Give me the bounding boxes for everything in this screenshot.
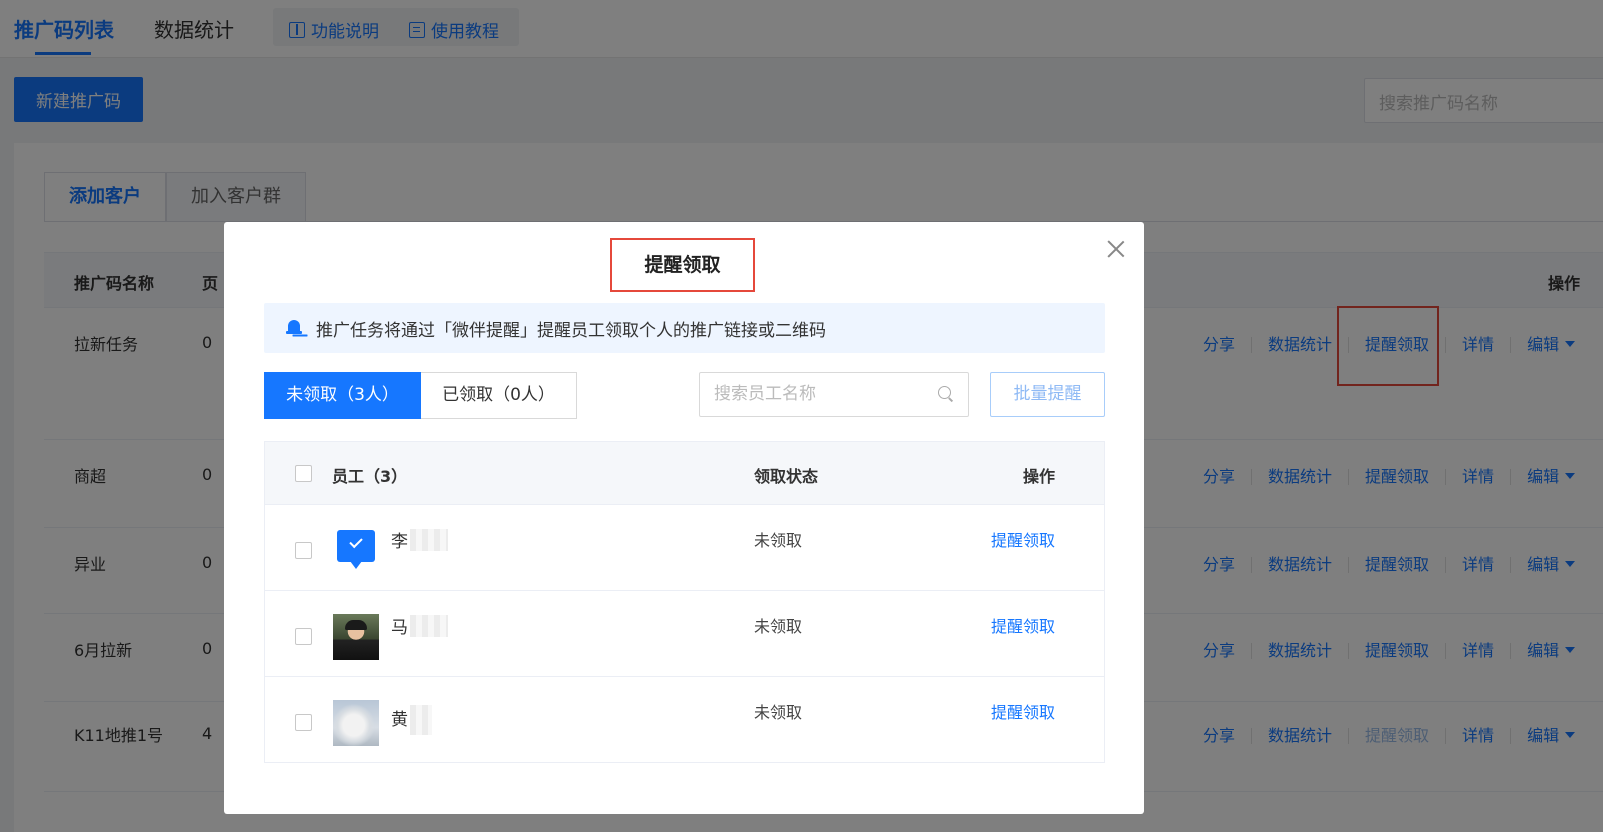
employee-name: 马: [391, 613, 448, 638]
table-row: 李 未领取 提醒领取: [265, 505, 1104, 591]
table-row: 黄 未领取 提醒领取: [265, 677, 1104, 763]
close-icon[interactable]: [1103, 236, 1129, 262]
employee-table-header: 员工（3） 领取状态 操作: [265, 442, 1104, 505]
remind-claim-dialog: 提醒领取 推广任务将通过「微伴提醒」提醒员工领取个人的推广链接或二维码 未领取（…: [224, 222, 1144, 814]
claim-status: 未领取: [754, 531, 803, 550]
header-status: 领取状态: [754, 467, 819, 486]
unclaimed-tab[interactable]: 未领取（3人）: [264, 372, 421, 419]
search-placeholder: 搜索员工名称: [714, 384, 816, 404]
batch-remind-button[interactable]: 批量提醒: [990, 372, 1105, 417]
row-checkbox[interactable]: [295, 542, 312, 559]
table-row: 马 未领取 提醒领取: [265, 591, 1104, 677]
employee-table: 员工（3） 领取状态 操作 李 未领取 提醒领取 马 未领取 提醒领取 黄 未领…: [264, 441, 1105, 763]
employee-name-text: 李: [391, 532, 408, 552]
remind-link[interactable]: 提醒领取: [991, 613, 1055, 637]
claim-status: 未领取: [754, 703, 803, 722]
employee-name: 黄: [391, 699, 432, 735]
notice-text: 推广任务将通过「微伴提醒」提醒员工领取个人的推广链接或二维码: [316, 320, 826, 341]
claim-status: 未领取: [754, 617, 803, 636]
blurred-name: [410, 614, 448, 637]
avatar: [333, 528, 379, 574]
select-all-checkbox[interactable]: [295, 465, 312, 482]
claimed-tab[interactable]: 已领取（0人）: [421, 372, 577, 419]
search-icon[interactable]: [938, 386, 954, 402]
notice-banner: 推广任务将通过「微伴提醒」提醒员工领取个人的推广链接或二维码: [264, 303, 1105, 353]
remind-link[interactable]: 提醒领取: [991, 699, 1055, 723]
employee-name-text: 马: [391, 618, 408, 638]
avatar: [333, 614, 379, 660]
employee-name-text: 黄: [391, 709, 408, 730]
header-employee: 员工（3）: [332, 467, 408, 486]
avatar: [333, 700, 379, 746]
dialog-title: 提醒领取: [610, 238, 755, 292]
claim-status-switch: 未领取（3人） 已领取（0人）: [264, 372, 577, 419]
row-checkbox[interactable]: [295, 714, 312, 731]
remind-link[interactable]: 提醒领取: [991, 527, 1055, 551]
row-checkbox[interactable]: [295, 628, 312, 645]
header-ops: 操作: [1023, 467, 1056, 486]
employee-search-input[interactable]: 搜索员工名称: [699, 372, 969, 417]
bell-icon: [286, 319, 302, 337]
blurred-name: [410, 528, 448, 551]
employee-name: 李: [391, 527, 448, 552]
blurred-name: [410, 705, 432, 735]
